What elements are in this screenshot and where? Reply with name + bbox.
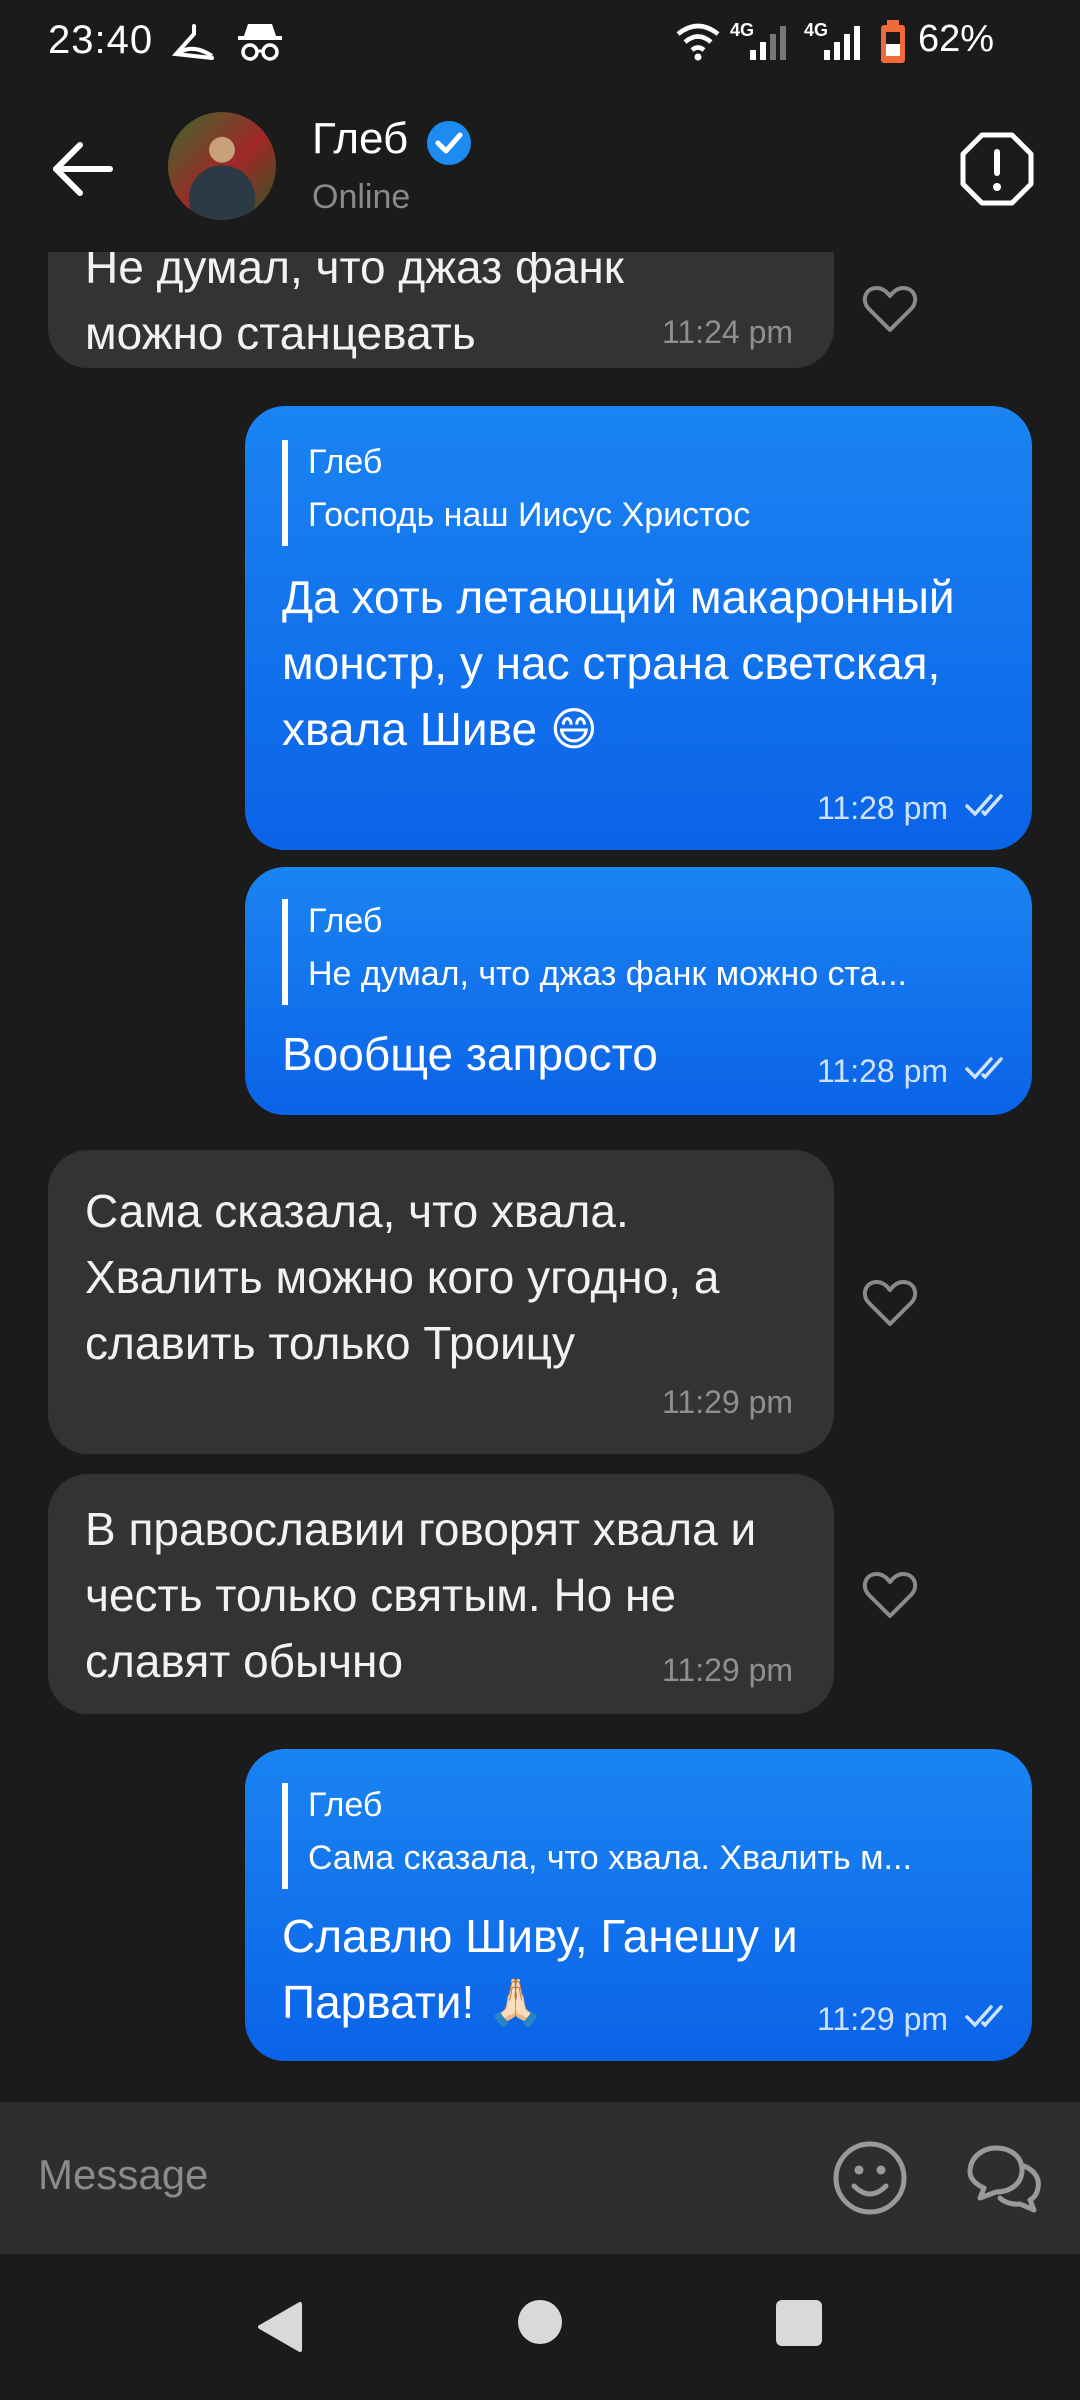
double-check-icon <box>965 1057 1003 1080</box>
message-text: Сама сказала, что хвала. Хвалить можно к… <box>85 1185 720 1369</box>
message-time: 11:29 pm <box>662 1384 794 1420</box>
hanger-icon <box>172 24 214 60</box>
quote-author: Глеб <box>308 443 383 481</box>
outgoing-message[interactable]: Глеб Не думал, что джаз фанк можно ста..… <box>245 867 1032 1115</box>
message-time: 11:28 pm <box>817 1053 949 1089</box>
nav-recents-icon[interactable] <box>776 2300 822 2346</box>
signal-icon <box>824 26 860 60</box>
message-text: Да хоть летающий макаронный монстр, у на… <box>282 571 955 755</box>
status-bar: 23:40 4G 4G 62% <box>0 0 1080 84</box>
double-check-icon <box>965 2005 1003 2028</box>
incoming-message[interactable]: Сама сказала, что хвала. Хвалить можно к… <box>48 1150 834 1454</box>
back-arrow-icon[interactable] <box>44 134 124 204</box>
contact-name[interactable]: Глеб <box>312 114 408 164</box>
message-time: 11:24 pm <box>662 314 794 350</box>
message-input[interactable] <box>36 2150 800 2200</box>
verified-badge-icon <box>427 121 471 165</box>
outgoing-message[interactable]: Глеб Сама сказала, что хвала. Хвалить м.… <box>245 1749 1032 2061</box>
message-list[interactable]: Не думал, что джаз фанк можно станцевать… <box>0 252 1080 2102</box>
incoming-message[interactable]: В православии говорят хвала и честь толь… <box>48 1474 834 1714</box>
quote-text: Не думал, что джаз фанк можно ста... <box>308 955 907 993</box>
outgoing-message[interactable]: Глеб Господь наш Иисус Христос Да хоть л… <box>245 406 1032 850</box>
message-time: 11:29 pm <box>662 1652 794 1688</box>
heart-icon[interactable] <box>862 1278 918 1328</box>
message-text-line: Не думал, что джаз фанк <box>85 252 624 293</box>
message-time: 11:29 pm <box>817 2001 949 2037</box>
message-composer <box>0 2102 1080 2254</box>
heart-icon[interactable] <box>862 1570 918 1620</box>
nav-home-icon[interactable] <box>518 2300 562 2344</box>
contact-status: Online <box>312 178 411 216</box>
incognito-icon <box>238 24 282 61</box>
reply-quote[interactable]: Глеб Сама сказала, что хвала. Хвалить м.… <box>282 1783 1002 1889</box>
report-warning-icon[interactable] <box>960 132 1034 206</box>
avatar[interactable] <box>168 112 276 220</box>
wifi-icon <box>676 23 720 61</box>
reply-quote[interactable]: Глеб Не думал, что джаз фанк можно ста..… <box>282 899 1002 1005</box>
chat-header: Глеб Online <box>0 84 1080 252</box>
message-text: Славлю Шиву, Ганешу и Парвати! 🙏🏻 <box>282 1910 798 2028</box>
quote-text: Господь наш Иисус Христос <box>308 496 751 534</box>
signal-icon <box>750 26 786 60</box>
quote-author: Глеб <box>308 1786 383 1824</box>
quote-author: Глеб <box>308 902 383 940</box>
quote-text: Сама сказала, что хвала. Хвалить м... <box>308 1839 912 1877</box>
battery-percent: 62% <box>918 18 995 60</box>
battery-icon <box>881 20 905 63</box>
system-nav-bar <box>0 2254 1080 2400</box>
message-time: 11:28 pm <box>817 790 949 826</box>
message-text: Вообще запросто <box>282 1028 658 1080</box>
reply-quote[interactable]: Глеб Господь наш Иисус Христос <box>282 440 1002 546</box>
incoming-message[interactable]: Не думал, что джаз фанк можно станцевать… <box>48 252 834 368</box>
status-time: 23:40 <box>48 18 154 62</box>
emoji-icon[interactable] <box>832 2140 908 2216</box>
double-check-icon <box>965 794 1003 817</box>
message-text-line: можно станцевать <box>85 307 476 359</box>
heart-icon[interactable] <box>862 284 918 334</box>
chat-bubbles-icon[interactable] <box>962 2142 1044 2214</box>
nav-back-icon[interactable] <box>254 2300 304 2354</box>
